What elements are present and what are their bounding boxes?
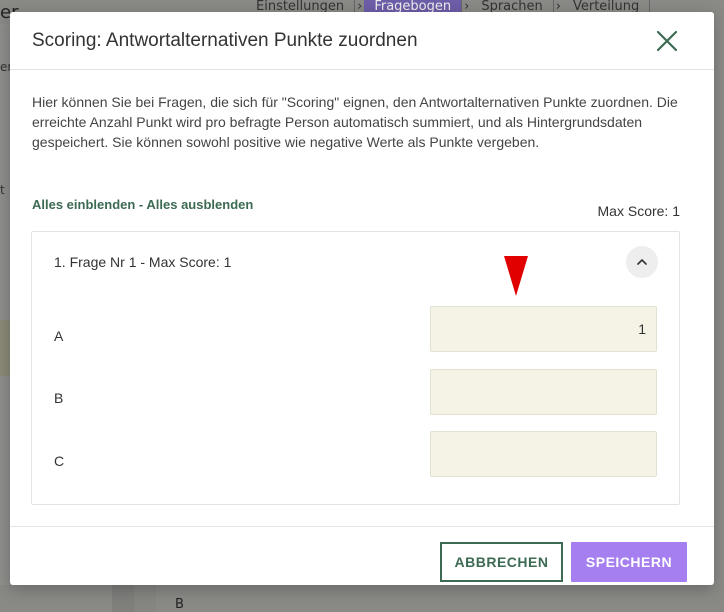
cancel-button[interactable]: ABBRECHEN [440, 542, 563, 582]
background-side-text: t [0, 183, 5, 197]
save-button[interactable]: SPEICHERN [571, 542, 687, 582]
collapse-question-button[interactable] [626, 246, 658, 278]
dialog-footer: ABBRECHEN SPEICHERN [10, 526, 714, 585]
question-panel: 1. Frage Nr 1 - Max Score: 1 A B C [31, 231, 680, 505]
hide-all-link[interactable]: Alles ausblenden [146, 197, 253, 212]
question-title: 1. Frage Nr 1 - Max Score: 1 [54, 254, 232, 270]
dialog-intro-text: Hier können Sie bei Fragen, die sich für… [32, 94, 678, 150]
dialog-title: Scoring: Antwortalternativen Punkte zuor… [32, 30, 418, 51]
scoring-dialog: Scoring: Antwortalternativen Punkte zuor… [10, 12, 714, 585]
show-all-link[interactable]: Alles einblenden [32, 197, 135, 212]
max-score-total: Max Score: 1 [597, 203, 680, 219]
background-bottom-text: B [175, 597, 184, 612]
close-icon [656, 30, 678, 52]
score-input-c[interactable] [430, 431, 657, 477]
score-input-a[interactable] [430, 306, 657, 352]
dialog-header: Scoring: Antwortalternativen Punkte zuor… [10, 12, 714, 70]
background-bottom-row [0, 585, 724, 612]
answer-label-b: B [54, 390, 64, 406]
background-column [134, 585, 156, 612]
score-input-b[interactable] [430, 369, 657, 415]
chevron-up-icon [637, 259, 647, 265]
background-column [112, 585, 134, 612]
link-separator: - [135, 197, 147, 212]
close-button[interactable] [654, 28, 680, 54]
answer-label-c: C [54, 453, 65, 469]
background-sidebar [0, 24, 10, 612]
answer-label-a: A [54, 328, 64, 344]
background-highlight-band [0, 320, 10, 376]
expand-collapse-links: Alles einblenden - Alles ausblenden [32, 197, 253, 212]
red-arrow-marker-icon [504, 256, 528, 296]
